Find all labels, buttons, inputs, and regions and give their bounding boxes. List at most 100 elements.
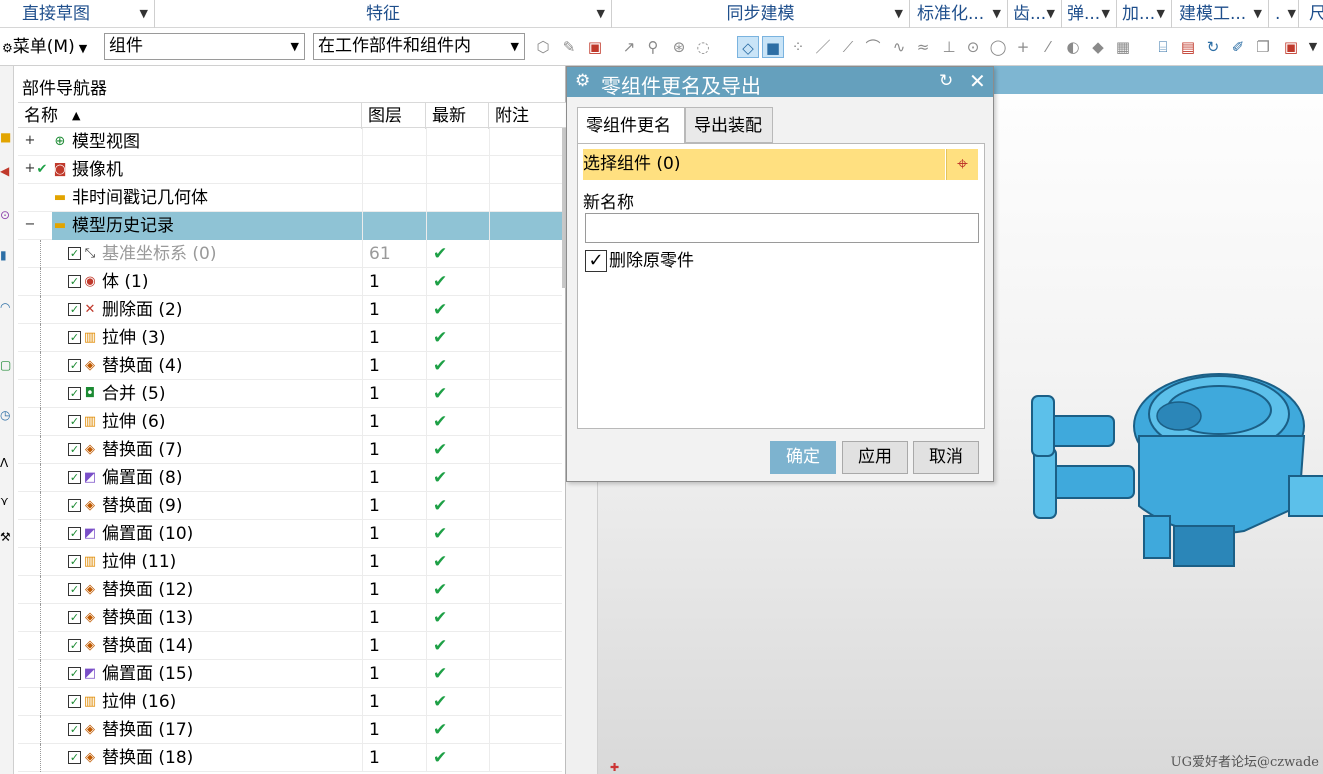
new-name-input[interactable] — [585, 213, 979, 243]
tree-row[interactable]: + ⊕ 模型视图 — [18, 128, 562, 156]
close-icon[interactable]: ✕ — [969, 69, 986, 93]
resource-reuse-icon[interactable]: ▮ — [0, 246, 12, 264]
apply-button[interactable]: 应用 — [842, 441, 908, 474]
snap-plus-icon[interactable]: + — [1012, 36, 1034, 58]
resource-part-icon[interactable]: ⊙ — [0, 206, 12, 224]
tree-row[interactable]: − ▬ 模型历史记录 — [18, 212, 562, 240]
feature-visibility-checkbox[interactable]: ✓ — [68, 527, 81, 540]
feature-visibility-checkbox[interactable]: ✓ — [68, 387, 81, 400]
select-path-icon[interactable]: ↗ — [618, 36, 640, 58]
ribbon-group-add[interactable]: 加... ▼ — [1117, 0, 1172, 28]
feature-visibility-checkbox[interactable]: ✓ — [68, 583, 81, 596]
selection-scope-select[interactable]: 在工作部件和组件内 ▼ — [313, 33, 525, 60]
tree-row[interactable]: ✓ ◈ 替换面 (14) 1 ✔ — [18, 632, 562, 660]
tree-row[interactable]: ✓ ◈ 替换面 (7) 1 ✔ — [18, 436, 562, 464]
tree-row[interactable]: ✓ ◈ 替换面 (13) 1 ✔ — [18, 604, 562, 632]
lasso-select-icon[interactable]: ◌ — [692, 36, 714, 58]
select-face-icon[interactable]: ✎ — [558, 36, 580, 58]
ribbon-group-sync-modeling[interactable]: 同步建模 ▼ — [612, 0, 910, 28]
tree-row[interactable]: ✓ ◘ 合并 (5) 1 ✔ — [18, 380, 562, 408]
pump-housing-model[interactable] — [1024, 356, 1323, 576]
select-component-field[interactable]: 选择组件 (0) — [583, 149, 945, 180]
check-icon[interactable]: ✔ — [34, 162, 50, 177]
crosshair-select-icon[interactable]: ⌖ — [946, 149, 978, 180]
snap-perpendicular-icon[interactable]: ⊥ — [938, 36, 960, 58]
view-fit-icon[interactable]: ⌸ — [1152, 36, 1174, 58]
tree-row[interactable]: ✓ ◩ 偏置面 (8) 1 ✔ — [18, 464, 562, 492]
resource-clock-icon[interactable]: ◷ — [0, 406, 12, 424]
snap-center-icon[interactable]: ⊙ — [962, 36, 984, 58]
tree-row[interactable]: ✓ ▥ 拉伸 (16) 1 ✔ — [18, 688, 562, 716]
resource-assembly-icon[interactable]: ■ — [0, 128, 12, 146]
tree-row[interactable]: ✓ ◈ 替换面 (9) 1 ✔ — [18, 492, 562, 520]
snap-point-icon[interactable]: ⁘ — [787, 36, 809, 58]
select-feature-icon[interactable]: ⬡ — [532, 36, 554, 58]
ribbon-group-dimension[interactable]: 尺 — [1299, 0, 1323, 28]
tree-row[interactable]: ✓ ◩ 偏置面 (10) 1 ✔ — [18, 520, 562, 548]
layer-icon[interactable]: ❐ — [1252, 36, 1274, 58]
feature-visibility-checkbox[interactable]: ✓ — [68, 723, 81, 736]
column-header-name[interactable]: 名称 ▲ — [18, 103, 362, 129]
resource-web-icon[interactable]: ◠ — [0, 298, 12, 316]
snap-tangent-icon[interactable]: ⁄ — [1037, 36, 1059, 58]
wireframe-view-icon[interactable]: ◇ — [737, 36, 759, 58]
tree-row[interactable]: ✓ ▥ 拉伸 (11) 1 ✔ — [18, 548, 562, 576]
dialog-titlebar[interactable]: ⚙ 零组件更名及导出 ↻ ✕ — [567, 67, 993, 98]
tree-row[interactable]: ✓ ✕ 删除面 (2) 1 ✔ — [18, 296, 562, 324]
snap-end-icon[interactable]: ⟋ — [837, 36, 859, 58]
snap-quadrant-icon[interactable]: ◯ — [987, 36, 1009, 58]
feature-visibility-checkbox[interactable]: ✓ — [68, 611, 81, 624]
tree-row[interactable]: ✓ ◈ 替换面 (4) 1 ✔ — [18, 352, 562, 380]
tree-row[interactable]: ✓ ◈ 替换面 (17) 1 ✔ — [18, 716, 562, 744]
feature-visibility-checkbox[interactable]: ✓ — [68, 359, 81, 372]
select-body-icon[interactable]: ⊛ — [668, 36, 690, 58]
snap-face-icon[interactable]: ◐ — [1062, 36, 1084, 58]
brush-icon[interactable]: ✐ — [1227, 36, 1249, 58]
column-header-note[interactable]: 附注 — [489, 103, 577, 129]
ribbon-group-gear[interactable]: 齿... ▼ — [1008, 0, 1062, 28]
ribbon-group-feature[interactable]: 特征 ▼ — [155, 0, 612, 28]
resource-tools-icon[interactable]: ⚒ — [0, 528, 12, 546]
more-icon[interactable]: ▼ — [1302, 36, 1323, 58]
window-icon[interactable]: ▣ — [1280, 36, 1302, 58]
feature-visibility-checkbox[interactable]: ✓ — [68, 751, 81, 764]
feature-visibility-checkbox[interactable]: ✓ — [68, 415, 81, 428]
menu-button[interactable]: ⚙菜单(M) ▼ — [0, 33, 87, 61]
snap-grid-icon[interactable]: ▦ — [1112, 36, 1134, 58]
ribbon-group-standard[interactable]: 标准化... ▼ — [910, 0, 1008, 28]
tab-rename-component[interactable]: 零组件更名 — [577, 107, 685, 144]
tree-row[interactable]: + ✔ ◙ 摄像机 — [18, 156, 562, 184]
snap-spline-icon[interactable]: ≈ — [912, 36, 934, 58]
tree-row[interactable]: ✓ ⤡ 基准坐标系 (0) 61 ✔ — [18, 240, 562, 268]
selection-filter-select[interactable]: 组件 ▼ — [104, 33, 305, 60]
collapse-icon[interactable]: − — [24, 218, 36, 231]
tab-export-assembly[interactable]: 导出装配 — [685, 107, 773, 143]
cancel-button[interactable]: 取消 — [913, 441, 979, 474]
expand-icon[interactable]: + — [24, 134, 36, 147]
select-group-icon[interactable]: ⚲ — [642, 36, 664, 58]
feature-visibility-checkbox[interactable]: ✓ — [68, 695, 81, 708]
tree-row[interactable]: ▬ 非时间戳记几何体 — [18, 184, 562, 212]
resource-history-icon[interactable]: ▢ — [0, 356, 12, 374]
feature-visibility-checkbox[interactable]: ✓ — [68, 471, 81, 484]
tree-row[interactable]: ✓ ▥ 拉伸 (6) 1 ✔ — [18, 408, 562, 436]
snap-arc-icon[interactable]: ⌒ — [862, 36, 884, 58]
feature-visibility-checkbox[interactable]: ✓ — [68, 555, 81, 568]
tree-row[interactable]: ✓ ◈ 替换面 (12) 1 ✔ — [18, 576, 562, 604]
refresh-icon[interactable]: ↻ — [1202, 36, 1224, 58]
ribbon-group-modeling-tools[interactable]: 建模工... ▼ — [1172, 0, 1269, 28]
feature-visibility-checkbox[interactable]: ✓ — [68, 499, 81, 512]
feature-visibility-checkbox[interactable]: ✓ — [68, 667, 81, 680]
ribbon-group-extra[interactable]: . ▼ — [1269, 0, 1299, 28]
tree-row[interactable]: ✓ ◈ 替换面 (18) 1 ✔ — [18, 744, 562, 772]
column-header-latest[interactable]: 最新 — [426, 103, 489, 129]
feature-visibility-checkbox[interactable]: ✓ — [68, 275, 81, 288]
feature-visibility-checkbox[interactable]: ✓ — [68, 639, 81, 652]
snap-line-icon[interactable]: ／ — [812, 36, 834, 58]
resource-system-icon[interactable]: ⋎ — [0, 492, 12, 510]
feature-visibility-checkbox[interactable]: ✓ — [68, 303, 81, 316]
tree-row[interactable]: ✓ ▥ 拉伸 (3) 1 ✔ — [18, 324, 562, 352]
ribbon-group-direct-sketch[interactable]: 直接草图 ▼ — [0, 0, 155, 28]
column-header-layer[interactable]: 图层 — [362, 103, 426, 129]
resource-roles-icon[interactable]: Λ — [0, 454, 12, 472]
